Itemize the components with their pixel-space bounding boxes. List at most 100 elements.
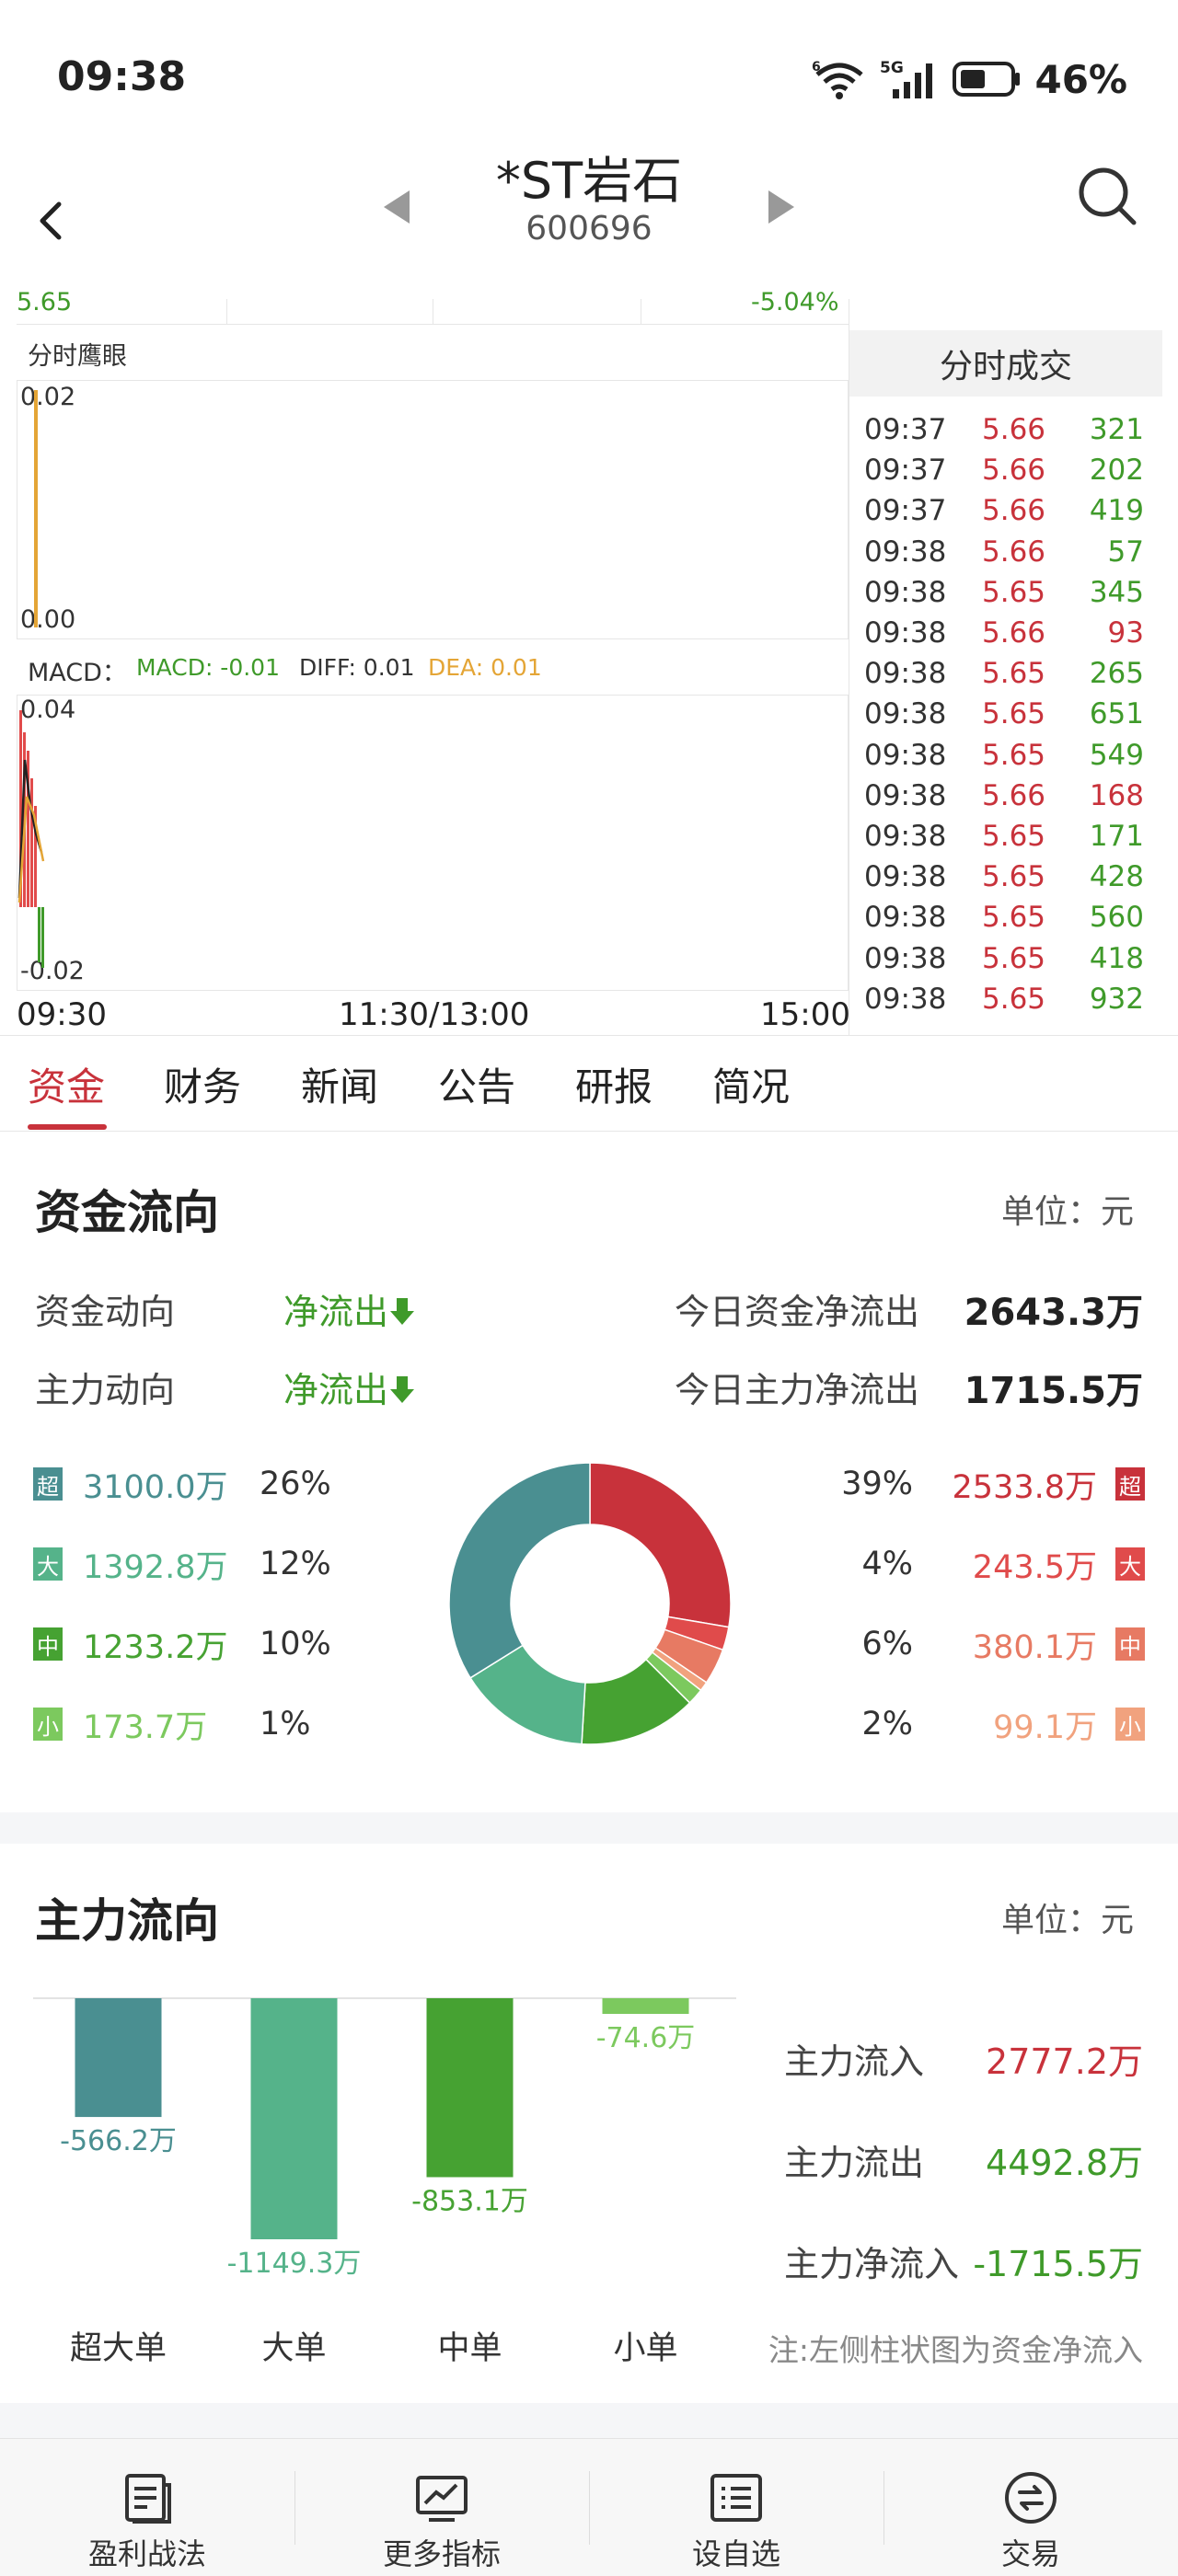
tab-profile[interactable]: 简况 (712, 1056, 790, 1112)
section-divider (0, 2403, 1178, 2438)
tick-price: 5.66 (982, 616, 1046, 650)
stock-code: 600696 (525, 210, 653, 247)
tick-price: 5.65 (982, 982, 1046, 1016)
status-time: 09:38 (57, 53, 187, 100)
tick-time: 09:38 (864, 820, 947, 853)
eagle-bottom-label: 0.00 (20, 605, 76, 634)
bar-category-label: 中单 (437, 2330, 502, 2367)
battery-percent: 46% (1034, 56, 1127, 102)
fund-direction-value: 净流出 (283, 1283, 416, 1334)
tick-volume: 345 (1089, 575, 1144, 609)
flow-bar (250, 1998, 338, 2239)
nav-label: 设自选 (691, 2536, 780, 2571)
main-outflow-label: 今日主力净流出 (675, 1370, 920, 1410)
outflow-percent: 10% (260, 1626, 331, 1662)
tick-price: 5.66 (982, 494, 1046, 528)
inflow-amount: 380.1万 (972, 1628, 1097, 1666)
tick-price: 5.65 (982, 657, 1046, 691)
time-sales-row: 09:38 5.65 560 (864, 901, 1159, 941)
tab-announcement[interactable]: 公告 (438, 1056, 515, 1112)
tab-finance[interactable]: 财务 (164, 1056, 241, 1112)
nav-profit-strategy[interactable]: 盈利战法 (0, 2439, 294, 2576)
nav-more-indicators[interactable]: 更多指标 (294, 2439, 589, 2576)
bar-category-label: 小单 (613, 2330, 678, 2367)
size-badge: 小 (33, 1708, 63, 1741)
next-stock-icon[interactable] (759, 179, 805, 235)
nav-trade[interactable]: 交易 (884, 2439, 1178, 2576)
nav-label: 交易 (1000, 2536, 1060, 2571)
time-sales-panel[interactable]: 分时成交 09:37 5.66 321 09:37 5.66 202 09:37 5.66 41… (849, 299, 1162, 1035)
main-flow-unit: 单位：元 (1001, 1902, 1135, 1939)
main-outflow-value: 4492.8万 (986, 2143, 1143, 2183)
size-badge: 小 (1115, 1708, 1145, 1741)
inflow-percent: 6% (861, 1626, 913, 1662)
size-badge: 超 (33, 1467, 63, 1501)
main-direction-label: 主力动向 (35, 1370, 176, 1410)
tick-time: 09:37 (864, 454, 947, 488)
search-icon[interactable] (1075, 164, 1139, 228)
tab-news[interactable]: 新闻 (301, 1056, 378, 1112)
nav-add-watchlist[interactable]: 设自选 (589, 2439, 884, 2576)
time-sales-row: 09:38 5.65 549 (864, 739, 1159, 779)
eagle-eye-title: 分时鹰眼 (28, 342, 127, 371)
change-low-label: -5.04% (751, 288, 839, 316)
inflow-legend-row: 2% 99.1万小 (803, 1701, 1145, 1747)
down-arrow-icon (390, 1298, 415, 1325)
back-icon[interactable] (26, 184, 81, 258)
time-sales-row: 09:37 5.66 202 (864, 454, 1159, 494)
tick-volume: 57 (1107, 535, 1144, 569)
time-sales-row: 09:38 5.65 932 (864, 983, 1159, 1023)
tick-time: 09:37 (864, 494, 947, 528)
nav-label: 更多指标 (382, 2536, 501, 2571)
tick-time: 09:38 (864, 657, 947, 691)
signal-icon: 5G (880, 59, 933, 98)
outflow-legend-row: 超 3100.0万 26% (33, 1461, 331, 1507)
tab-fund[interactable]: 资金 (28, 1056, 105, 1112)
tick-time: 09:38 (864, 738, 947, 772)
fund-direction-label: 资金动向 (35, 1292, 176, 1332)
nav-label: 盈利战法 (87, 2536, 206, 2571)
wifi-badge: 6 (812, 60, 821, 75)
net-outflow-label: 今日资金净流出 (675, 1292, 920, 1332)
active-tab-indicator (28, 1124, 107, 1130)
tick-price: 5.65 (982, 575, 1046, 609)
fund-direction-text: 净流出 (283, 1292, 389, 1332)
main-direction-text: 净流出 (283, 1370, 389, 1410)
outflow-legend-row: 大 1392.8万 12% (33, 1541, 331, 1587)
eagle-top-label: 0.02 (20, 383, 76, 411)
inflow-percent: 4% (861, 1546, 913, 1582)
tick-price: 5.65 (982, 860, 1046, 894)
outflow-legend-row: 小 173.7万 1% (33, 1701, 311, 1747)
outflow-percent: 1% (260, 1706, 311, 1742)
battery-icon (953, 62, 1021, 97)
tick-volume: 202 (1089, 454, 1144, 488)
eagle-line (34, 390, 38, 627)
tick-volume: 560 (1089, 901, 1144, 935)
dea-value: DEA: 0.01 (428, 654, 542, 681)
tick-time: 09:38 (864, 535, 947, 569)
tick-volume: 549 (1089, 738, 1144, 772)
tab-research[interactable]: 研报 (575, 1056, 653, 1112)
tick-volume: 419 (1089, 494, 1144, 528)
diff-value: DIFF: 0.01 (299, 654, 415, 681)
bar-category-label: 大单 (261, 2330, 327, 2367)
tick-price: 5.65 (982, 697, 1046, 731)
tick-time: 09:38 (864, 860, 947, 894)
main-outflow-label: 主力流出 (784, 2143, 925, 2183)
tick-volume: 321 (1089, 413, 1144, 446)
wifi-icon: 6 (812, 60, 864, 99)
stock-header: *ST岩石 600696 (0, 138, 1178, 299)
time-sales-row: 09:38 5.65 428 (864, 860, 1159, 901)
inflow-amount: 99.1万 (993, 1708, 1097, 1746)
time-sales-row: 09:38 5.66 168 (864, 779, 1159, 820)
status-icons: 6 5G 46% (812, 53, 1127, 105)
intraday-chart-area[interactable]: 5.65 -5.04% 分时鹰眼 0.02 0.00 MACD： MACD: -… (0, 288, 850, 1035)
inflow-legend-row: 4% 243.5万大 (803, 1541, 1145, 1587)
inflow-percent: 2% (861, 1706, 913, 1742)
inflow-legend-row: 39% 2533.8万超 (803, 1461, 1145, 1507)
main-flow-note: 注:左侧柱状图为资金净流入 (768, 2332, 1143, 2368)
main-flow-title: 主力流向 (35, 1894, 219, 1948)
tick-price: 5.66 (982, 413, 1046, 446)
size-badge: 超 (1115, 1467, 1145, 1501)
tick-time: 09:38 (864, 941, 947, 975)
